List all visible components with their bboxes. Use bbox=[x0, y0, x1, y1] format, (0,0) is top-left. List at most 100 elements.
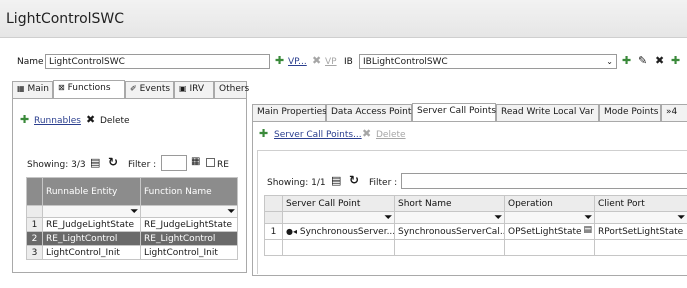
tab-read-write-local-var[interactable]: Read Write Local Var bbox=[496, 104, 599, 121]
function-name-cell[interactable]: RE_LightControl bbox=[140, 231, 238, 246]
add-server-call-point-icon[interactable]: ✚ bbox=[259, 127, 268, 140]
functions-tab-icon: ⊠ bbox=[58, 83, 65, 92]
export-icon[interactable]: ▤ bbox=[90, 156, 100, 169]
re-checkbox-label: RE bbox=[217, 160, 229, 170]
server-call-point-value: SynchronousServer... bbox=[299, 226, 395, 237]
column-filter[interactable]: ⏷ bbox=[504, 211, 595, 224]
funnel-icon[interactable]: ⏷ bbox=[385, 213, 392, 223]
tab-others[interactable]: Others bbox=[214, 81, 250, 98]
filter-options-icon[interactable]: ▦ bbox=[191, 156, 200, 167]
delete-ib-icon[interactable]: ✖ bbox=[655, 54, 664, 67]
server-call-points-table: Server Call Point Short Name Operation C… bbox=[264, 195, 687, 256]
events-tab-icon: ✐ bbox=[130, 84, 137, 93]
column-header[interactable]: Function Name bbox=[140, 177, 238, 206]
empty-row bbox=[264, 239, 687, 256]
add-runnable-icon[interactable]: ✚ bbox=[20, 113, 29, 126]
tab-server-call-points[interactable]: Server Call Points bbox=[412, 103, 496, 121]
short-name-cell[interactable]: SynchronousServerCal... bbox=[394, 223, 505, 240]
tab-irv[interactable]: ▣ IRV bbox=[174, 81, 214, 98]
table-row[interactable]: 3 LightControl_Init LightControl_Init bbox=[26, 245, 238, 260]
name-field[interactable]: LightControlSWC bbox=[45, 54, 270, 69]
table-row-selected[interactable]: 2 RE_LightControl RE_LightControl bbox=[26, 231, 238, 246]
re-checkbox[interactable] bbox=[206, 158, 215, 167]
runnable-entity-cell[interactable]: RE_LightControl bbox=[42, 231, 141, 246]
delete-vp-icon: ✖ bbox=[312, 54, 322, 67]
row-number: 3 bbox=[26, 245, 43, 260]
chevron-down-icon: ⌄ bbox=[606, 57, 613, 66]
left-filter-input[interactable] bbox=[161, 155, 187, 171]
operation-cell[interactable]: OPSetLightState ▤ bbox=[504, 223, 595, 240]
column-filter[interactable]: ⏷ bbox=[140, 205, 238, 218]
vp-link[interactable]: VP... bbox=[288, 57, 307, 67]
browse-icon[interactable]: ▤ bbox=[583, 225, 592, 235]
table-row[interactable]: 1 ●◂ SynchronousServer... SynchronousSer… bbox=[264, 223, 687, 240]
row-number: 1 bbox=[26, 217, 43, 232]
column-header[interactable]: Client Port bbox=[594, 195, 687, 212]
tab-mode-points[interactable]: Mode Points bbox=[599, 104, 661, 121]
tab-events[interactable]: ✐ Events bbox=[125, 81, 174, 98]
funnel-icon[interactable]: ⏷ bbox=[585, 213, 592, 223]
ib-select-value: IBLightControlSWC bbox=[363, 57, 448, 67]
funnel-icon[interactable]: ⏷ bbox=[228, 207, 235, 217]
runnables-link[interactable]: Runnables bbox=[34, 116, 81, 126]
server-call-point-cell[interactable]: ●◂ SynchronousServer... bbox=[282, 223, 395, 240]
funnel-icon[interactable]: ⏷ bbox=[131, 207, 138, 217]
delete-runnable-icon[interactable]: ✖ bbox=[86, 113, 95, 126]
add-ib-icon[interactable]: ✚ bbox=[622, 54, 631, 67]
row-number-filter bbox=[264, 211, 283, 224]
tab-functions-label: Functions bbox=[67, 83, 111, 93]
column-filter[interactable]: ⏷ bbox=[394, 211, 505, 224]
main-tab-icon: ▦ bbox=[17, 84, 25, 93]
column-filter[interactable]: ⏷ bbox=[282, 211, 395, 224]
tab-overflow-label: »4 bbox=[666, 107, 678, 117]
window-title: LightControlSWC bbox=[6, 11, 125, 27]
delete-server-call-point-icon: ✖ bbox=[362, 127, 372, 140]
left-filter-label: Filter : bbox=[128, 160, 157, 170]
export-icon[interactable]: ▤ bbox=[331, 174, 341, 187]
add-icon[interactable]: ✚ bbox=[275, 54, 284, 67]
column-filter[interactable]: ⏷ bbox=[594, 211, 687, 224]
tab-events-label: Events bbox=[139, 84, 171, 94]
delete-runnable-label[interactable]: Delete bbox=[100, 116, 130, 126]
tab-main-label: Main bbox=[27, 84, 49, 94]
add-extra-icon[interactable]: ✚ bbox=[671, 54, 680, 67]
function-name-cell[interactable]: RE_JudgeLightState bbox=[140, 217, 238, 232]
tab-others-label: Others bbox=[219, 84, 250, 94]
column-header[interactable]: Server Call Point bbox=[282, 195, 395, 212]
row-number-header bbox=[264, 195, 283, 212]
ib-select[interactable]: IBLightControlSWC ⌄ bbox=[359, 54, 617, 69]
refresh-icon[interactable]: ↻ bbox=[108, 155, 118, 169]
tab-data-access-points[interactable]: Data Access Points bbox=[326, 104, 416, 121]
server-call-points-link[interactable]: Server Call Points... bbox=[274, 130, 362, 140]
runnable-entity-cell[interactable]: RE_JudgeLightState bbox=[42, 217, 141, 232]
column-header[interactable]: Operation bbox=[504, 195, 595, 212]
column-header[interactable]: Runnable Entity bbox=[42, 177, 141, 206]
name-label: Name bbox=[17, 57, 44, 67]
tab-main[interactable]: ▦ Main bbox=[12, 81, 53, 98]
tab-main-properties[interactable]: Main Properties bbox=[252, 104, 327, 121]
operation-value: OPSetLightState bbox=[508, 226, 582, 237]
tab-functions[interactable]: ⊠ Functions bbox=[53, 80, 125, 98]
column-header[interactable]: Short Name bbox=[394, 195, 505, 212]
edit-pencil-icon[interactable]: ✎ bbox=[638, 54, 647, 67]
right-filter-input[interactable] bbox=[401, 173, 687, 189]
tab-data-access-points-label: Data Access Points bbox=[331, 107, 417, 117]
refresh-icon[interactable]: ↻ bbox=[349, 173, 359, 187]
runnables-table: Runnable Entity Function Name ⏷ ⏷ 1 RE_J… bbox=[26, 177, 238, 260]
tab-read-write-local-var-label: Read Write Local Var bbox=[501, 107, 594, 117]
tab-mode-points-label: Mode Points bbox=[604, 107, 659, 117]
runnable-entity-cell[interactable]: LightControl_Init bbox=[42, 245, 141, 260]
tab-irv-label: IRV bbox=[189, 84, 205, 94]
funnel-icon[interactable]: ⏷ bbox=[495, 213, 502, 223]
tab-overflow[interactable]: »4 bbox=[661, 104, 687, 121]
window-title-bar: LightControlSWC bbox=[0, 0, 687, 38]
left-showing-count: Showing: 3/3 bbox=[27, 160, 86, 170]
right-showing-count: Showing: 1/1 bbox=[267, 178, 326, 188]
client-port-cell[interactable]: RPortSetLightState bbox=[594, 223, 687, 240]
column-filter[interactable]: ⏷ bbox=[42, 205, 141, 218]
table-row[interactable]: 1 RE_JudgeLightState RE_JudgeLightState bbox=[26, 217, 238, 232]
ib-label: IB bbox=[344, 57, 353, 67]
function-name-cell[interactable]: LightControl_Init bbox=[140, 245, 238, 260]
right-filter-label: Filter : bbox=[369, 178, 398, 188]
funnel-icon[interactable]: ⏷ bbox=[678, 213, 685, 223]
